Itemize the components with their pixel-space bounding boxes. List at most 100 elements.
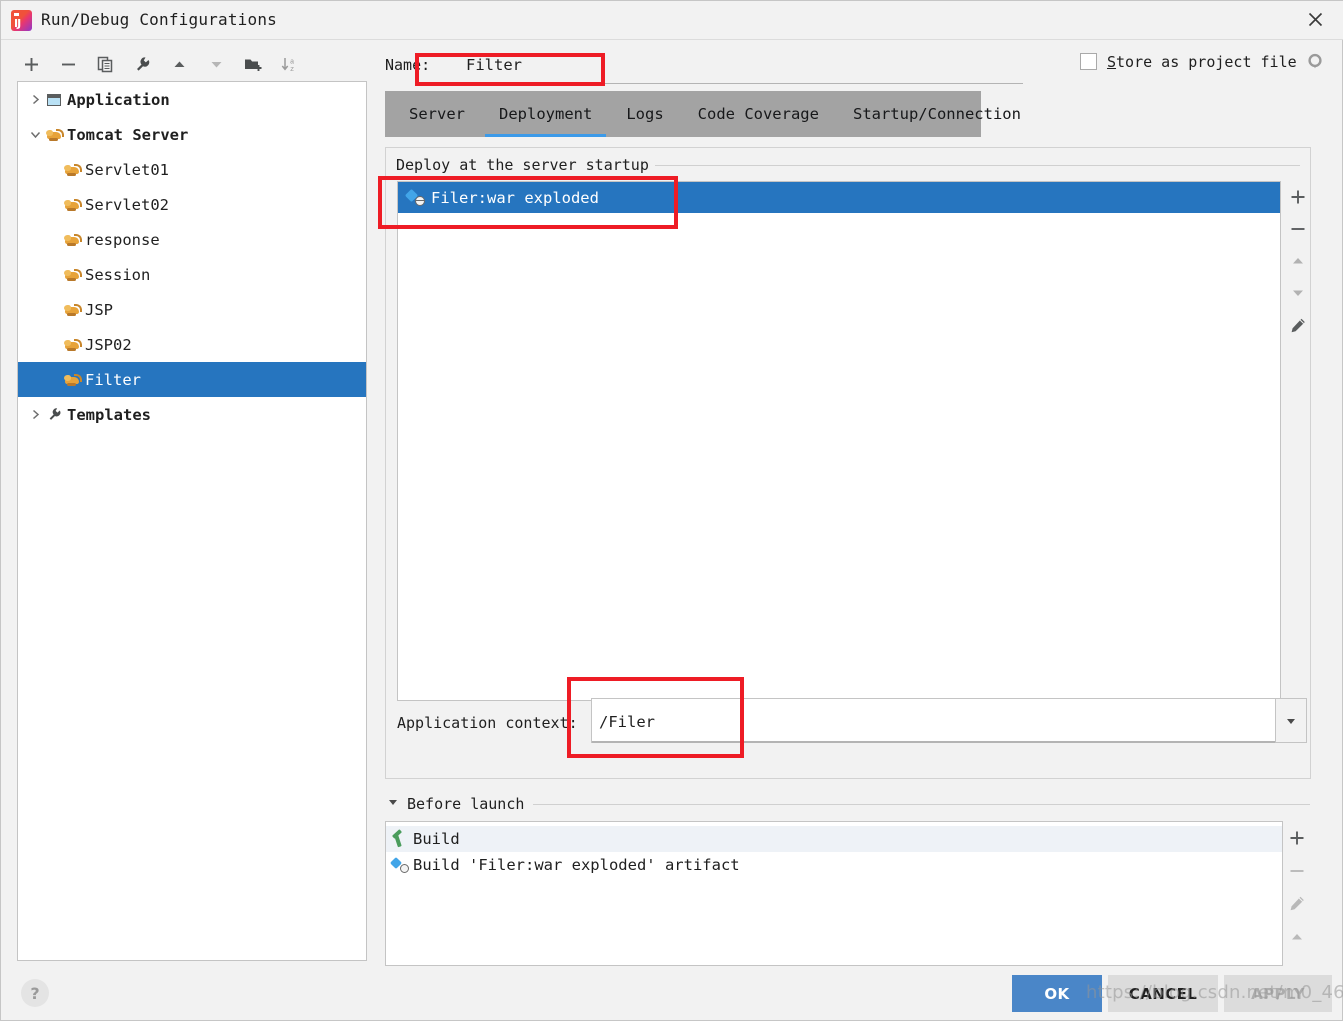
tree-node-jsp02[interactable]: JSP02: [18, 327, 366, 362]
tab-server[interactable]: Server: [395, 91, 479, 137]
tree-node-label: Tomcat Server: [67, 126, 188, 144]
list-item[interactable]: Filer:war exploded: [398, 182, 1280, 213]
help-button[interactable]: ?: [21, 979, 49, 1007]
remove-artifact-button[interactable]: [1285, 213, 1311, 245]
tree-node-label: JSP02: [85, 336, 132, 354]
arrow-down-icon[interactable]: [200, 49, 232, 79]
plus-icon[interactable]: [15, 49, 47, 79]
chevron-right-icon[interactable]: [26, 406, 44, 424]
edit-before-launch-task-button[interactable]: [1283, 887, 1311, 920]
triangle-down-icon[interactable]: [387, 796, 399, 812]
artifact-label: Filer:war exploded: [431, 189, 599, 207]
tomcat-icon: [44, 126, 64, 144]
application-context-input[interactable]: [591, 698, 1291, 743]
tree-node-jsp[interactable]: JSP: [18, 292, 366, 327]
before-launch-tasks-list[interactable]: Build Build 'Filer:war exploded' artifac…: [385, 821, 1283, 966]
application-context-label: Application context:: [397, 714, 578, 732]
before-launch-title: Before launch: [407, 795, 524, 813]
intellij-idea-logo-icon: IJ: [11, 10, 32, 31]
tab-deployment[interactable]: Deployment: [485, 91, 606, 137]
configurations-tree[interactable]: Application Tomcat Server Servlet01 Serv…: [17, 81, 367, 961]
tree-node-label: Templates: [67, 406, 151, 424]
minus-icon[interactable]: [52, 49, 84, 79]
task-label: Build 'Filer:war exploded' artifact: [413, 856, 740, 874]
artifact-icon: [391, 857, 409, 873]
before-launch-header[interactable]: Before launch: [387, 795, 524, 813]
store-mnemonic: S: [1107, 53, 1116, 71]
configurations-toolbar: a z: [15, 47, 365, 81]
chevron-right-icon[interactable]: [26, 91, 44, 109]
tab-label: Startup/Connection: [853, 105, 1021, 123]
tomcat-icon: [62, 231, 82, 249]
tab-logs[interactable]: Logs: [612, 91, 677, 137]
tomcat-icon: [62, 196, 82, 214]
store-label-rest: tore as project file: [1116, 53, 1297, 71]
copy-icon[interactable]: [89, 49, 121, 79]
tab-label: Deployment: [499, 105, 592, 123]
add-before-launch-task-button[interactable]: [1283, 821, 1311, 854]
tree-node-session[interactable]: Session: [18, 257, 366, 292]
task-label: Build: [413, 830, 460, 848]
tree-node-filter[interactable]: Filter: [18, 362, 366, 397]
gear-icon[interactable]: [1307, 53, 1324, 74]
deployment-panel: Deploy at the server startup Filer:war e…: [385, 147, 1311, 779]
tree-node-label: Servlet02: [85, 196, 169, 214]
tree-node-application[interactable]: Application: [18, 82, 366, 117]
tomcat-icon: [62, 266, 82, 284]
question-mark-icon: ?: [30, 984, 39, 1003]
remove-before-launch-task-button[interactable]: [1283, 854, 1311, 887]
close-icon[interactable]: [1286, 1, 1343, 38]
chevron-down-icon[interactable]: [26, 126, 44, 144]
tree-node-label: Servlet01: [85, 161, 169, 179]
wrench-icon[interactable]: [126, 49, 158, 79]
title-bar: IJ Run/Debug Configurations: [1, 1, 1343, 40]
tab-label: Logs: [626, 105, 663, 123]
name-label: Name:: [385, 56, 430, 74]
store-as-project-file-checkbox[interactable]: [1080, 53, 1097, 70]
tree-node-label: response: [85, 231, 160, 249]
move-artifact-up-button[interactable]: [1285, 245, 1311, 277]
sort-az-icon[interactable]: a z: [274, 49, 306, 79]
svg-text:z: z: [290, 66, 294, 73]
tree-node-response[interactable]: response: [18, 222, 366, 257]
tab-startup-connection[interactable]: Startup/Connection: [839, 91, 1035, 137]
move-artifact-down-button[interactable]: [1285, 277, 1311, 309]
tab-label: Server: [409, 105, 465, 123]
before-launch-list-buttons: [1283, 821, 1311, 966]
tomcat-icon: [62, 161, 82, 179]
list-item[interactable]: Build 'Filer:war exploded' artifact: [386, 852, 1282, 878]
wrench-icon: [44, 406, 64, 424]
tomcat-icon: [62, 371, 82, 389]
deployment-artifacts-list[interactable]: Filer:war exploded: [397, 181, 1281, 701]
build-hammer-icon: [391, 831, 409, 848]
name-input-value: Filter: [466, 56, 522, 74]
move-before-launch-task-up-button[interactable]: [1283, 920, 1311, 953]
folder-add-icon[interactable]: [237, 49, 269, 79]
tree-node-label: Application: [67, 91, 170, 109]
tomcat-icon: [62, 301, 82, 319]
artifact-icon: [406, 190, 425, 206]
add-artifact-button[interactable]: [1285, 181, 1311, 213]
arrow-up-icon[interactable]: [163, 49, 195, 79]
store-as-project-file-label: Store as project file: [1107, 53, 1297, 71]
tab-label: Code Coverage: [698, 105, 819, 123]
watermark: https://blog.csdn.net/m0_46153949: [1086, 982, 1343, 1003]
application-icon: [44, 91, 64, 109]
run-debug-configurations-dialog: IJ Run/Debug Configurations: [0, 0, 1343, 1021]
application-context-dropdown-button[interactable]: [1275, 698, 1307, 743]
edit-artifact-button[interactable]: [1285, 309, 1311, 341]
settings-tabs: Server Deployment Logs Code Coverage Sta…: [385, 91, 981, 137]
list-item[interactable]: Build: [386, 826, 1282, 852]
tab-code-coverage[interactable]: Code Coverage: [684, 91, 833, 137]
tree-node-tomcat-server[interactable]: Tomcat Server: [18, 117, 366, 152]
deploy-section-title: Deploy at the server startup: [396, 156, 655, 174]
tree-node-servlet01[interactable]: Servlet01: [18, 152, 366, 187]
application-context-value: /Filer: [599, 713, 655, 731]
deployment-list-buttons: [1285, 181, 1311, 701]
tree-node-label: Session: [85, 266, 150, 284]
tree-node-label: Filter: [85, 371, 141, 389]
tree-node-templates[interactable]: Templates: [18, 397, 366, 432]
window-title: Run/Debug Configurations: [41, 10, 277, 29]
tree-node-servlet02[interactable]: Servlet02: [18, 187, 366, 222]
tree-node-label: JSP: [85, 301, 113, 319]
